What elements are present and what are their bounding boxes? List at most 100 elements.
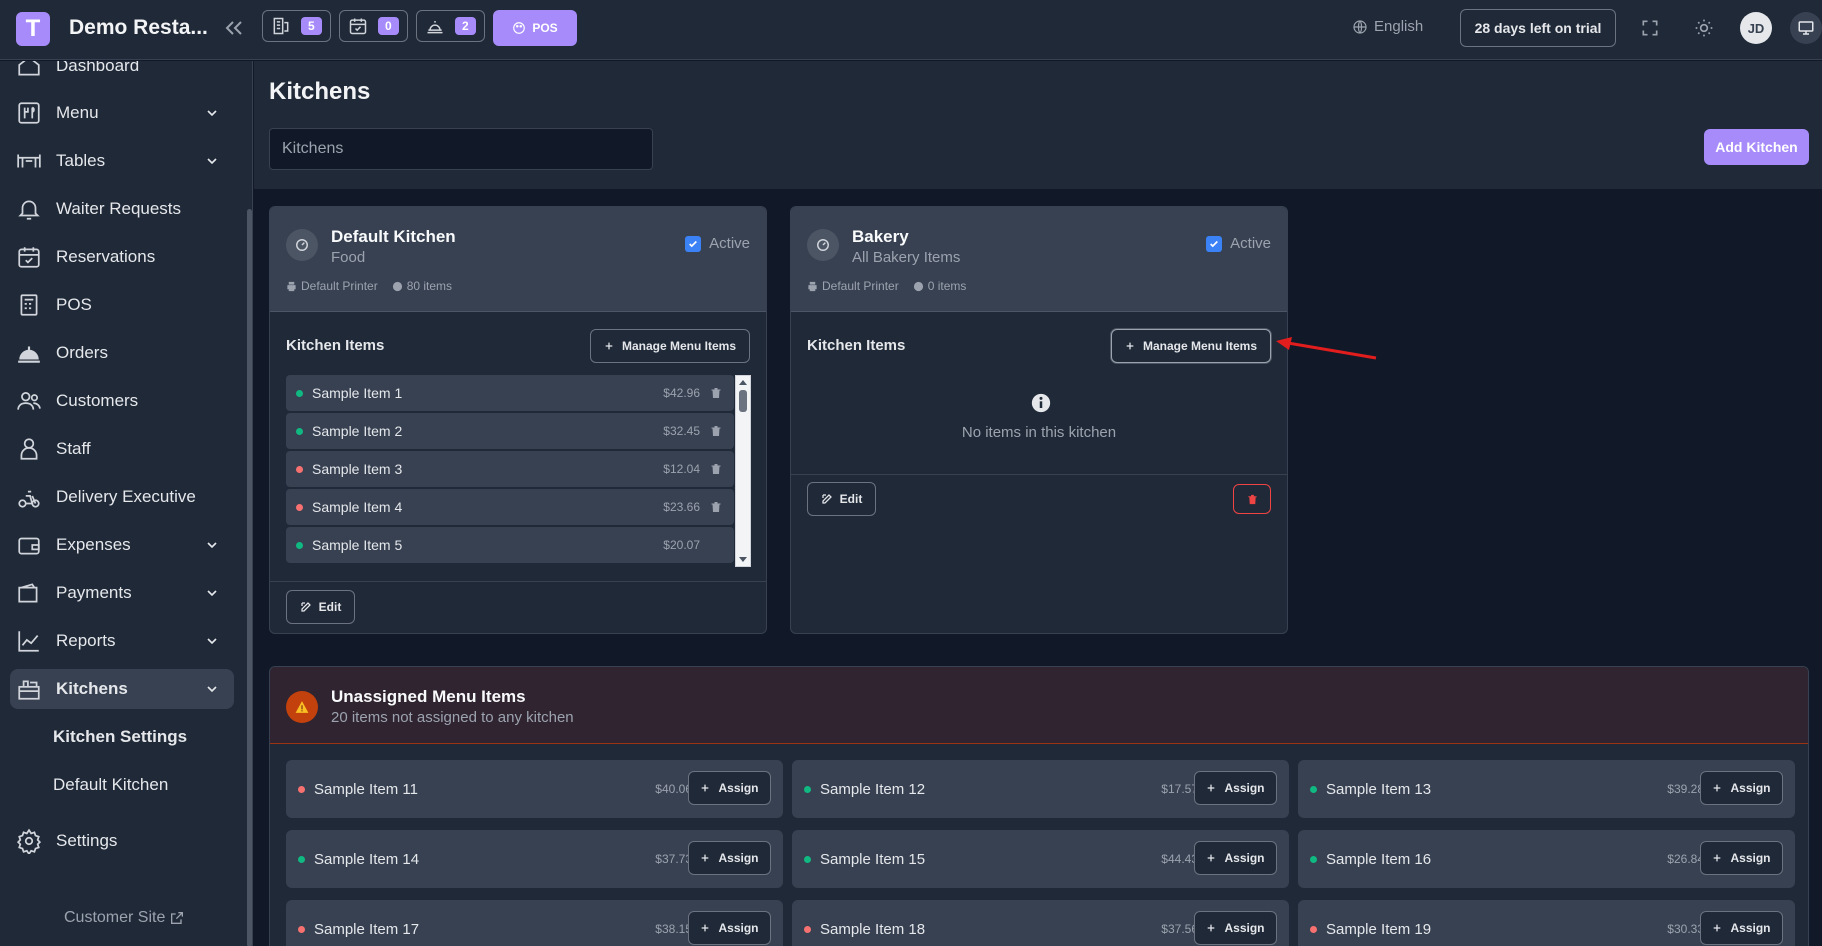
unassigned-item: Sample Item 16 $26.84 Assign: [1298, 830, 1795, 888]
trash-icon[interactable]: [710, 387, 722, 399]
sidebar-item-dashboard[interactable]: Dashboard: [10, 61, 234, 86]
trash-icon[interactable]: [710, 501, 722, 513]
sidebar-item-reservations[interactable]: Reservations: [10, 237, 234, 277]
status-dot: [296, 465, 303, 473]
assign-button[interactable]: Assign: [1700, 911, 1783, 945]
sidebar-item-settings[interactable]: Settings: [10, 821, 234, 861]
status-dot: [298, 855, 305, 863]
item-price: $26.84: [1667, 852, 1704, 866]
sidebar-item-delivery-executive[interactable]: Delivery Executive: [10, 477, 234, 517]
sidebar-sub-kitchen-settings[interactable]: Kitchen Settings: [53, 727, 187, 747]
assign-button[interactable]: Assign: [1700, 841, 1783, 875]
theme-toggle-sun-icon[interactable]: [1694, 18, 1714, 38]
sidebar-item-staff[interactable]: Staff: [10, 429, 234, 469]
kitchen-icon: [16, 676, 42, 702]
status-dot: [296, 427, 303, 435]
cloche-icon: [16, 340, 42, 366]
sidebar-item-payments[interactable]: Payments: [10, 573, 234, 613]
plus-icon: [1206, 783, 1216, 793]
app-logo[interactable]: T: [16, 12, 50, 46]
manage-menu-items-button[interactable]: Manage Menu Items: [590, 329, 750, 363]
status-dot: [1310, 855, 1317, 863]
gear-icon: [16, 828, 42, 854]
reservations-count-button[interactable]: 0: [339, 10, 408, 42]
printer-icon: [286, 281, 297, 292]
kitchen-card-header: Bakery All Bakery Items Active Default P…: [791, 207, 1287, 312]
sidebar-sub-default-kitchen[interactable]: Default Kitchen: [53, 775, 168, 795]
kitchen-card-default: Default Kitchen Food Active Default Prin…: [269, 206, 767, 634]
monitor-icon[interactable]: [1790, 12, 1822, 44]
active-toggle[interactable]: Active: [685, 235, 750, 252]
assign-button[interactable]: Assign: [688, 841, 771, 875]
unassigned-item: Sample Item 18 $37.56 Assign: [792, 900, 1289, 946]
sidebar-item-orders[interactable]: Orders: [10, 333, 234, 373]
kitchen-gauge-icon: [807, 229, 839, 261]
trial-button[interactable]: 28 days left on trial: [1460, 9, 1616, 47]
chevron-down-icon: [204, 105, 220, 121]
empty-state-text: No items in this kitchen: [961, 424, 1117, 441]
unassigned-item: Sample Item 15 $44.43 Assign: [792, 830, 1289, 888]
checkbox-checked-icon[interactable]: [1206, 235, 1223, 252]
waiter-requests-button[interactable]: 2: [416, 10, 485, 42]
edit-kitchen-button[interactable]: Edit: [807, 482, 876, 516]
assign-button[interactable]: Assign: [1194, 911, 1277, 945]
manage-menu-items-button[interactable]: Manage Menu Items: [1111, 329, 1271, 363]
sidebar-item-expenses[interactable]: Expenses: [10, 525, 234, 565]
assign-button[interactable]: Assign: [1194, 771, 1277, 805]
kitchen-orders-button[interactable]: 5: [262, 10, 331, 42]
status-dot: [1310, 785, 1317, 793]
status-dot: [804, 785, 811, 793]
external-link-icon: [169, 910, 185, 926]
status-dot: [1310, 925, 1317, 933]
page-title: Kitchens: [269, 78, 371, 105]
sidebar-item-pos[interactable]: POS: [10, 285, 234, 325]
annotation-arrow: [1276, 337, 1377, 360]
item-price: $39.28: [1667, 782, 1704, 796]
sidebar-item-reports[interactable]: Reports: [10, 621, 234, 661]
kitchen-order-icon: [271, 16, 291, 36]
list-item: Sample Item 1 $42.96: [286, 375, 734, 411]
add-kitchen-button[interactable]: Add Kitchen: [1704, 129, 1809, 165]
palette-icon: [512, 21, 526, 35]
assign-button[interactable]: Assign: [688, 911, 771, 945]
count-badge: 2: [455, 17, 476, 35]
trash-icon[interactable]: [710, 463, 722, 475]
status-dot: [804, 855, 811, 863]
status-dot: [296, 389, 303, 397]
list-item: Sample Item 2 $32.45: [286, 413, 734, 449]
assign-button[interactable]: Assign: [688, 771, 771, 805]
sidebar-item-kitchens[interactable]: Kitchens: [10, 669, 234, 709]
unassigned-item: Sample Item 19 $30.33 Assign: [1298, 900, 1795, 946]
pos-button[interactable]: POS: [493, 10, 577, 46]
sidebar-item-waiter-requests[interactable]: Waiter Requests: [10, 189, 234, 229]
count-badge: 5: [301, 17, 322, 35]
sidebar-item-menu[interactable]: Menu: [10, 93, 234, 133]
payments-icon: [16, 580, 42, 606]
count-badge: 0: [378, 17, 399, 35]
assign-button[interactable]: Assign: [1194, 841, 1277, 875]
kitchen-gauge-icon: [286, 229, 318, 261]
printer-icon: [807, 281, 818, 292]
language-selector[interactable]: English: [1352, 18, 1423, 35]
avatar[interactable]: JD: [1740, 12, 1772, 44]
bell-icon: [16, 196, 42, 222]
fullscreen-icon[interactable]: [1640, 18, 1660, 38]
list-item: Sample Item 4 $23.66: [286, 489, 734, 525]
list-scrollbar[interactable]: [735, 375, 751, 567]
users-icon: [16, 388, 42, 414]
active-toggle[interactable]: Active: [1206, 235, 1271, 252]
delete-kitchen-button[interactable]: [1233, 484, 1271, 514]
sidebar-scrollbar[interactable]: [247, 209, 252, 946]
collapse-sidebar-icon[interactable]: [222, 16, 246, 40]
customer-site-link[interactable]: Customer Site: [64, 909, 185, 927]
table-icon: [16, 148, 42, 174]
assign-button[interactable]: Assign: [1700, 771, 1783, 805]
sidebar-item-tables[interactable]: Tables: [10, 141, 234, 181]
chevron-down-icon: [204, 537, 220, 553]
search-input[interactable]: [269, 128, 653, 170]
sidebar-item-customers[interactable]: Customers: [10, 381, 234, 421]
trash-icon[interactable]: [710, 425, 722, 437]
plus-icon: [700, 923, 710, 933]
checkbox-checked-icon[interactable]: [685, 235, 702, 252]
edit-kitchen-button[interactable]: Edit: [286, 590, 355, 624]
